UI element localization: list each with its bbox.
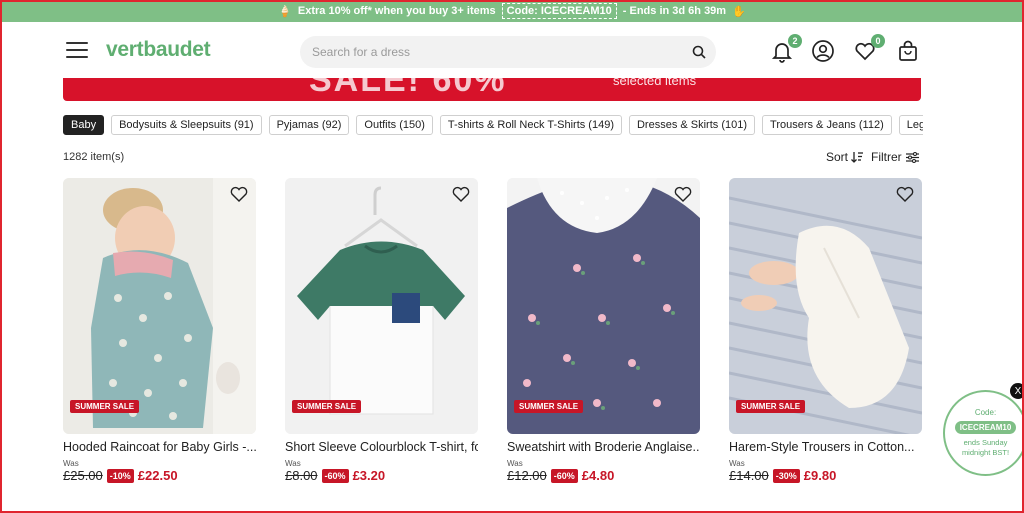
- discount-badge: -10%: [106, 468, 134, 483]
- sale-tag: SUMMER SALE: [514, 400, 584, 413]
- promo-code-badge[interactable]: Code: ICECREAM10 ends Sunday midnight BS…: [943, 390, 1024, 476]
- sale-price: £3.20: [352, 468, 386, 483]
- was-label: Was: [63, 459, 79, 468]
- product-name[interactable]: Sweatshirt with Broderie Anglaise...: [507, 440, 700, 454]
- old-price: £12.00: [507, 468, 547, 483]
- product-name[interactable]: Harem-Style Trousers in Cotton...: [729, 440, 922, 454]
- chip-dresses[interactable]: Dresses & Skirts (101): [628, 115, 756, 135]
- promo-badge-code[interactable]: ICECREAM10: [954, 421, 1017, 434]
- sweatshirt-illustration: [507, 178, 700, 434]
- product-card[interactable]: SUMMER SALE Hooded Raincoat for Baby Gir…: [63, 178, 256, 483]
- price-row: £25.00 -10% £22.50: [63, 468, 256, 483]
- was-label: Was: [729, 459, 745, 468]
- notifications-badge: 2: [788, 34, 802, 48]
- chip-baby[interactable]: Baby: [63, 115, 105, 135]
- search-input[interactable]: [300, 36, 716, 68]
- promo-countdown: - Ends in 3d 6h 39m: [622, 5, 727, 17]
- discount-badge: -30%: [772, 468, 800, 483]
- discount-badge: -60%: [550, 468, 578, 483]
- sun-icon: ✋: [732, 5, 746, 18]
- chip-bodysuits[interactable]: Bodysuits & Sleepsuits (91): [111, 115, 262, 135]
- tshirt-illustration: [285, 178, 478, 434]
- sale-banner-subtitle: selected items: [613, 78, 697, 88]
- filter-label: Filtrer: [871, 150, 902, 164]
- product-card[interactable]: SUMMER SALE Short Sleeve Colourblock T-s…: [285, 178, 478, 483]
- wishlist-heart-icon[interactable]: [896, 186, 914, 202]
- chip-outfits[interactable]: Outfits (150): [356, 115, 433, 135]
- sort-icon: [851, 152, 864, 163]
- old-price: £14.00: [729, 468, 769, 483]
- promo-code[interactable]: Code: ICECREAM10: [501, 3, 617, 19]
- chip-leggings[interactable]: Leggings (15: [898, 115, 923, 135]
- chip-tshirts[interactable]: T-shirts & Roll Neck T-Shirts (149): [439, 115, 622, 135]
- site-logo[interactable]: vertbaudet: [106, 38, 211, 62]
- account-button[interactable]: [811, 39, 837, 65]
- sale-price: £4.80: [581, 468, 615, 483]
- wishlist-heart-icon[interactable]: [452, 186, 470, 202]
- wishlist-badge: 0: [871, 34, 885, 48]
- promo-bar[interactable]: 🍦 Extra 10% off* when you buy 3+ items C…: [0, 0, 1024, 22]
- trousers-illustration: [729, 178, 922, 434]
- search-icon[interactable]: [692, 45, 706, 59]
- product-card[interactable]: SUMMER SALE Sweatshirt with Broderie Ang…: [507, 178, 700, 483]
- wishlist-heart-icon[interactable]: [674, 186, 692, 202]
- category-chips: Baby Bodysuits & Sleepsuits (91) Pyjamas…: [63, 115, 923, 135]
- product-image-sweatshirt[interactable]: SUMMER SALE: [507, 178, 700, 434]
- sale-tag: SUMMER SALE: [70, 400, 140, 413]
- shopping-bag-icon: [899, 40, 917, 61]
- chip-trousers[interactable]: Trousers & Jeans (112): [762, 115, 892, 135]
- promo-badge-label: Code:: [974, 408, 997, 417]
- site-header: vertbaudet 2 0: [0, 22, 1024, 82]
- sale-banner[interactable]: SALE! 60% selected items: [63, 78, 921, 101]
- sale-tag: SUMMER SALE: [292, 400, 362, 413]
- sort-label: Sort: [826, 150, 849, 164]
- filter-icon: [905, 151, 919, 163]
- price-row: £8.00 -60% £3.20: [285, 468, 478, 483]
- product-name[interactable]: Short Sleeve Colourblock T-shirt, fo...: [285, 440, 478, 454]
- close-icon[interactable]: X: [1010, 383, 1024, 399]
- was-label: Was: [285, 459, 301, 468]
- filter-button[interactable]: Filtrer: [871, 150, 919, 164]
- notifications-button[interactable]: 2: [770, 34, 802, 65]
- sale-tag: SUMMER SALE: [736, 400, 806, 413]
- promo-text: Extra 10% off* when you buy 3+ items: [297, 5, 496, 17]
- ice-cream-icon: 🍦: [278, 5, 292, 18]
- sale-banner-title: SALE! 60%: [309, 78, 507, 99]
- raincoat-illustration: [63, 178, 256, 434]
- promo-badge-expiry: ends Sunday midnight BST!: [961, 438, 1010, 457]
- product-card[interactable]: SUMMER SALE Harem-Style Trousers in Cott…: [729, 178, 922, 483]
- chip-pyjamas[interactable]: Pyjamas (92): [268, 115, 350, 135]
- price-row: £12.00 -60% £4.80: [507, 468, 700, 483]
- was-label: Was: [507, 459, 523, 468]
- sale-price: £22.50: [137, 468, 178, 483]
- product-name[interactable]: Hooded Raincoat for Baby Girls -...: [63, 440, 256, 454]
- old-price: £25.00: [63, 468, 103, 483]
- price-row: £14.00 -30% £9.80: [729, 468, 922, 483]
- old-price: £8.00: [285, 468, 318, 483]
- menu-icon[interactable]: [66, 42, 88, 58]
- item-count: 1282 item(s): [63, 151, 125, 163]
- product-image-trousers[interactable]: SUMMER SALE: [729, 178, 922, 434]
- product-image-raincoat[interactable]: SUMMER SALE: [63, 178, 256, 434]
- discount-badge: -60%: [321, 468, 349, 483]
- sale-price: £9.80: [803, 468, 837, 483]
- wishlist-button[interactable]: 0: [853, 34, 885, 65]
- sort-button[interactable]: Sort: [826, 150, 864, 164]
- user-icon: [812, 40, 834, 62]
- product-image-tshirt[interactable]: SUMMER SALE: [285, 178, 478, 434]
- wishlist-heart-icon[interactable]: [230, 186, 248, 202]
- basket-button[interactable]: [896, 39, 922, 65]
